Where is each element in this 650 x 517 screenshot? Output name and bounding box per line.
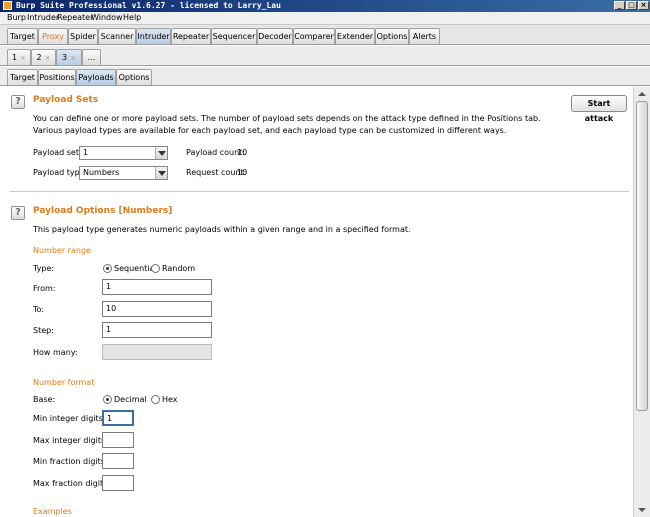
- decimal-label: Decimal: [114, 395, 147, 404]
- base-label: Base:: [33, 395, 56, 404]
- scroll-thumb[interactable]: [636, 101, 648, 411]
- payload-set-select[interactable]: 1: [79, 146, 168, 160]
- random-label: Random: [162, 264, 196, 273]
- vertical-scrollbar[interactable]: [633, 87, 650, 517]
- maximize-button[interactable]: □: [626, 1, 637, 10]
- close-icon[interactable]: ×: [70, 54, 76, 62]
- payload-type-value: Numbers: [83, 168, 120, 177]
- hex-radio[interactable]: [151, 395, 160, 404]
- step-label: Step:: [33, 326, 54, 335]
- tab-extender[interactable]: Extender: [335, 28, 375, 44]
- request-count-value: 10: [237, 168, 248, 177]
- tab-spider[interactable]: Spider: [68, 28, 98, 44]
- subtab-options[interactable]: Options: [116, 69, 152, 85]
- close-icon[interactable]: ×: [45, 54, 51, 62]
- to-label: To:: [33, 305, 45, 314]
- max-fraction-digits-input[interactable]: [102, 475, 134, 491]
- tab-sequencer[interactable]: Sequencer: [211, 28, 257, 44]
- type-label: Type:: [33, 264, 55, 273]
- chevron-down-icon: [155, 147, 167, 159]
- decimal-radio[interactable]: [103, 395, 112, 404]
- to-input[interactable]: 10: [102, 301, 212, 317]
- subtab-target[interactable]: Target: [7, 69, 38, 85]
- number-range-heading: Number range: [33, 246, 91, 255]
- window-title: Burp Suite Professional v1.6.27 - licens…: [16, 1, 281, 10]
- section-divider: [9, 191, 629, 192]
- max-fraction-digits-label: Max fraction digits:: [33, 479, 110, 488]
- attack-tab-1[interactable]: 1 ×: [7, 49, 31, 65]
- menu-burp[interactable]: Burp: [7, 13, 26, 22]
- step-input[interactable]: 1: [102, 322, 212, 338]
- payload-sets-heading: Payload Sets: [33, 95, 99, 105]
- min-fraction-digits-input[interactable]: [102, 453, 134, 469]
- max-integer-digits-input[interactable]: [102, 432, 134, 448]
- subtab-positions[interactable]: Positions: [38, 69, 76, 85]
- new-attack-tab[interactable]: ...: [82, 49, 101, 65]
- tab-repeater[interactable]: Repeater: [171, 28, 211, 44]
- menu-intruder[interactable]: Intruder: [27, 13, 59, 22]
- title-bar: Burp Suite Professional v1.6.27 - licens…: [0, 0, 650, 12]
- attack-tab-2[interactable]: 2 ×: [31, 49, 56, 65]
- min-integer-digits-input[interactable]: 1: [102, 410, 134, 426]
- tab-comparer[interactable]: Comparer: [293, 28, 335, 44]
- how-many-label: How many:: [33, 348, 78, 357]
- payload-type-select[interactable]: Numbers: [79, 166, 168, 180]
- menu-help[interactable]: Help: [123, 13, 141, 22]
- menu-window[interactable]: Window: [91, 13, 123, 22]
- tab-intruder[interactable]: Intruder: [136, 28, 171, 44]
- payload-sets-description: You can define one or more payload sets.…: [33, 114, 541, 135]
- tab-proxy[interactable]: Proxy: [38, 28, 68, 44]
- number-format-heading: Number format: [33, 378, 95, 387]
- from-input[interactable]: 1: [102, 279, 212, 295]
- payload-set-label: Payload set:: [33, 148, 82, 157]
- payload-set-value: 1: [83, 148, 89, 157]
- burp-icon: [3, 1, 12, 10]
- sub-tab-bar: Target Positions Payloads Options: [0, 67, 650, 86]
- sequential-radio[interactable]: [103, 264, 112, 273]
- menu-repeater[interactable]: Repeater: [57, 13, 93, 22]
- close-icon[interactable]: ×: [20, 54, 26, 62]
- payload-count-value: 10: [237, 148, 248, 157]
- tab-options[interactable]: Options: [375, 28, 409, 44]
- tab-target[interactable]: Target: [7, 28, 38, 44]
- min-integer-digits-label: Min integer digits:: [33, 414, 106, 423]
- payload-options-heading: Payload Options [Numbers]: [33, 206, 173, 216]
- menu-bar: Burp Intruder Repeater Window Help: [0, 12, 650, 25]
- start-attack-button[interactable]: Start attack: [571, 95, 627, 123]
- payloads-panel: ? Payload Sets Start attack You can defi…: [0, 87, 633, 517]
- scroll-down-icon[interactable]: [636, 505, 648, 515]
- attack-tab-label: 1: [12, 53, 18, 62]
- tab-decoder[interactable]: Decoder: [257, 28, 293, 44]
- attack-tab-label: 2: [36, 53, 42, 62]
- tab-alerts[interactable]: Alerts: [409, 28, 440, 44]
- max-integer-digits-label: Max integer digits:: [33, 436, 108, 445]
- attack-tab-label: 3: [62, 53, 68, 62]
- random-radio[interactable]: [151, 264, 160, 273]
- hex-label: Hex: [162, 395, 178, 404]
- how-many-input: [102, 344, 212, 360]
- main-tab-bar: Target Proxy Spider Scanner Intruder Rep…: [0, 25, 650, 45]
- examples-heading: Examples: [33, 507, 72, 516]
- tab-proxy-label: Proxy: [42, 32, 64, 41]
- attack-tab-bar: 1 × 2 × 3 × ...: [0, 46, 650, 66]
- attack-tab-3[interactable]: 3 ×: [56, 49, 82, 65]
- subtab-payloads[interactable]: Payloads: [76, 69, 116, 85]
- minimize-button[interactable]: _: [614, 1, 625, 10]
- close-button[interactable]: ×: [638, 1, 649, 10]
- chevron-down-icon: [155, 167, 167, 179]
- help-icon[interactable]: ?: [11, 206, 25, 220]
- from-label: From:: [33, 284, 56, 293]
- min-fraction-digits-label: Min fraction digits:: [33, 457, 108, 466]
- tab-scanner[interactable]: Scanner: [98, 28, 136, 44]
- payload-options-description: This payload type generates numeric payl…: [33, 225, 411, 234]
- help-icon[interactable]: ?: [11, 95, 25, 109]
- scroll-up-icon[interactable]: [636, 89, 648, 99]
